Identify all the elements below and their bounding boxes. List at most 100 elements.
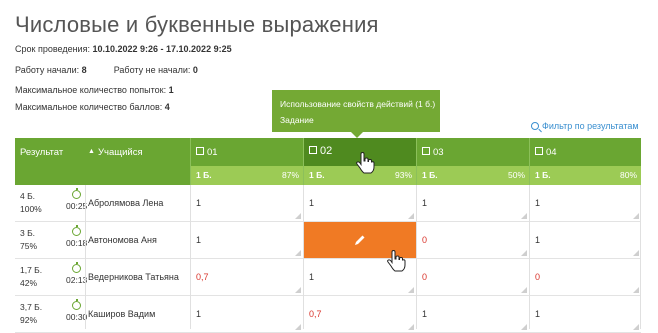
corner-marker	[295, 213, 301, 219]
answer-cell[interactable]: 1	[529, 185, 641, 221]
task-percent: 87%	[281, 170, 299, 180]
task-points: 1 Б.	[535, 170, 551, 180]
corner-marker	[408, 287, 414, 293]
header-task-03[interactable]: 03	[416, 138, 529, 166]
answer-cell[interactable]: 1	[529, 222, 641, 258]
divider	[85, 185, 86, 329]
answer-cell[interactable]: 0,7	[303, 296, 416, 332]
divider	[190, 185, 191, 329]
edit-pencil-icon[interactable]	[354, 234, 366, 246]
task-label: 04	[546, 147, 557, 158]
filter-link[interactable]: Фильтр по результатам	[531, 121, 639, 131]
answer-value: 0	[535, 272, 541, 282]
search-icon	[531, 122, 539, 130]
answer-cell[interactable]: 0	[416, 259, 529, 295]
task-score-04: 1 Б. 80%	[529, 166, 641, 185]
header-student-label: Учащийся	[98, 147, 143, 158]
answer-value: 0	[422, 235, 428, 245]
divider	[640, 185, 641, 329]
divider	[416, 185, 417, 329]
answer-cell[interactable]: 1	[416, 296, 529, 332]
answer-value: 1	[422, 198, 428, 208]
answer-value: 0	[422, 272, 428, 282]
header-result[interactable]: Результат	[15, 138, 85, 166]
corner-marker	[408, 324, 414, 330]
answer-cell[interactable]: 1	[303, 185, 416, 221]
table-row: 4 Б. 100% 00:25 Абролямова Лена 1 1 1 1	[15, 185, 641, 222]
table-header-fixed	[15, 166, 190, 185]
answer-cell[interactable]: 1	[529, 296, 641, 332]
page-title: Числовые и буквенные выражения	[15, 12, 379, 37]
header-task-04[interactable]: 04	[529, 138, 641, 166]
student-name[interactable]: Ведерникова Татьяна	[88, 272, 179, 282]
started-info: Работу начали: 8 Работу не начали: 0	[15, 65, 198, 75]
answer-value: 1	[535, 309, 541, 319]
timer-icon	[72, 299, 82, 310]
corner-marker	[295, 250, 301, 256]
row-score: 4 Б. 100%	[20, 190, 42, 216]
divider	[529, 185, 530, 329]
task-percent: 50%	[507, 170, 525, 180]
header-student[interactable]: ▲ Учащийся	[85, 138, 190, 166]
timer-icon	[72, 225, 82, 236]
corner-marker	[521, 250, 527, 256]
task-points: 1 Б.	[196, 170, 212, 180]
hand-cursor-icon	[387, 250, 406, 272]
task-tooltip: Использование свойств действий (1 б.) За…	[272, 90, 440, 138]
answer-cell[interactable]: 1	[190, 222, 303, 258]
answer-cell[interactable]: 0	[529, 259, 641, 295]
student-name[interactable]: Каширов Вадим	[88, 309, 155, 319]
timer-icon	[72, 262, 82, 273]
corner-marker	[295, 324, 301, 330]
divider	[190, 138, 191, 185]
task-score-01: 1 Б. 87%	[190, 166, 303, 185]
divider	[416, 138, 417, 185]
started-label: Работу начали:	[15, 65, 80, 75]
answer-value: 1	[196, 235, 202, 245]
answer-value: 1	[309, 198, 315, 208]
student-name[interactable]: Автономова Аня	[88, 235, 157, 245]
max-score-value: 4	[164, 102, 170, 112]
corner-marker	[295, 287, 301, 293]
table-row: 1,7 Б. 42% 02:13 Ведерникова Татьяна 0,7 …	[15, 259, 641, 296]
answer-cell[interactable]: 0,7	[190, 259, 303, 295]
max-score-label: Максимальное количество баллов:	[15, 102, 163, 112]
filter-label: Фильтр по результатам	[542, 121, 639, 131]
corner-marker	[521, 324, 527, 330]
student-name[interactable]: Абролямова Лена	[88, 198, 163, 208]
checkbox-icon	[535, 147, 543, 155]
max-attempts-value: 1	[168, 85, 174, 95]
period-value: 10.10.2022 9:26 - 17.10.2022 9:25	[92, 44, 232, 54]
answer-cell[interactable]: 1	[416, 185, 529, 221]
checkbox-icon	[196, 147, 204, 155]
corner-marker	[633, 287, 639, 293]
corner-marker	[633, 324, 639, 330]
answer-value: 1	[535, 198, 541, 208]
max-attempts-label: Максимальное количество попыток:	[15, 85, 167, 95]
corner-marker	[521, 287, 527, 293]
task-points: 1 Б.	[422, 170, 438, 180]
task-label: 01	[207, 147, 218, 158]
checkbox-icon	[309, 146, 317, 154]
answer-cell[interactable]: 0	[416, 222, 529, 258]
answer-value: 0,7	[309, 309, 322, 319]
tooltip-subtitle: Задание	[280, 115, 314, 125]
period-label: Срок проведения:	[15, 44, 90, 54]
row-score: 3,7 Б. 92%	[20, 301, 42, 327]
corner-marker	[408, 213, 414, 219]
answer-cell[interactable]: 1	[190, 296, 303, 332]
timer-icon	[72, 188, 82, 199]
period-info: Срок проведения: 10.10.2022 9:26 - 17.10…	[15, 44, 232, 54]
score-percent: 100%	[20, 204, 42, 214]
score-value: 3,7 Б.	[20, 302, 43, 312]
score-percent: 75%	[20, 241, 38, 251]
answer-cell[interactable]: 1	[190, 185, 303, 221]
not-started-value: 0	[192, 65, 198, 75]
task-percent: 80%	[619, 170, 637, 180]
header-result-label: Результат	[20, 147, 64, 158]
row-score: 1,7 Б. 42%	[20, 264, 42, 290]
header-task-01[interactable]: 01	[190, 138, 303, 166]
max-score-info: Максимальное количество баллов: 4	[15, 102, 170, 112]
row-score: 3 Б. 75%	[20, 227, 37, 253]
max-attempts-info: Максимальное количество попыток: 1	[15, 85, 174, 95]
